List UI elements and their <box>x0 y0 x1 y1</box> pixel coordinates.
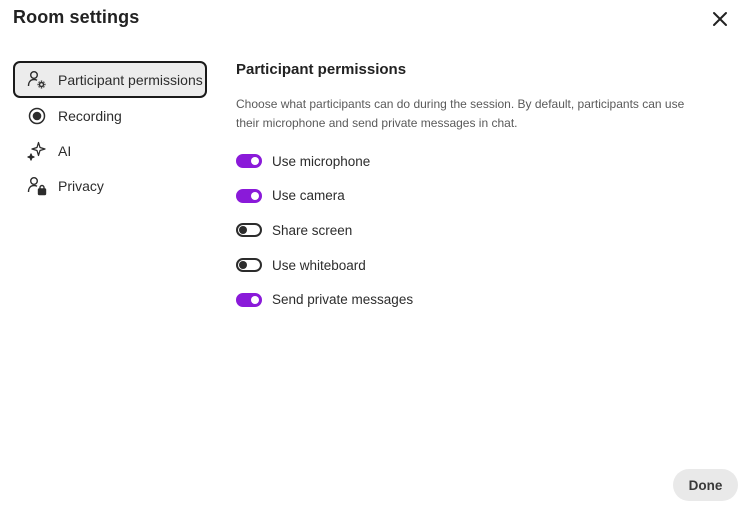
record-icon <box>26 105 48 127</box>
close-icon <box>713 12 727 26</box>
permissions-panel: Participant permissions Choose what part… <box>236 61 706 317</box>
toggle-label: Share screen <box>272 222 353 238</box>
sidebar-item-label: AI <box>58 142 72 159</box>
toggle-label: Use whiteboard <box>272 257 366 273</box>
sidebar-item-label: Participant permissions <box>58 71 203 88</box>
section-description: Choose what participants can do during t… <box>236 97 685 130</box>
share-screen-switch[interactable] <box>236 223 262 238</box>
toggle-label: Use microphone <box>272 153 371 169</box>
dialog-title: Room settings <box>13 7 140 27</box>
participant-settings-icon <box>26 69 48 91</box>
use-microphone-switch[interactable] <box>236 154 262 169</box>
sidebar-item-label: Privacy <box>58 177 104 194</box>
sidebar-item-label: Recording <box>58 107 122 124</box>
permission-toggles: Use microphone Use camera Share screen U… <box>236 144 706 317</box>
toggle-row-use-whiteboard: Use whiteboard <box>236 248 706 283</box>
user-lock-icon <box>26 175 48 197</box>
use-whiteboard-switch[interactable] <box>236 258 262 273</box>
section-title: Participant permissions <box>236 61 407 78</box>
toggle-label: Use camera <box>272 188 345 204</box>
done-button[interactable]: Done <box>673 469 738 501</box>
use-camera-switch[interactable] <box>236 188 262 203</box>
send-private-messages-switch[interactable] <box>236 292 262 307</box>
sidebar-item-ai[interactable]: AI <box>13 133 207 168</box>
toggle-row-send-private-messages: Send private messages <box>236 282 706 317</box>
toggle-row-use-camera: Use camera <box>236 179 706 214</box>
sparkle-icon <box>26 140 48 162</box>
sidebar-item-recording[interactable]: Recording <box>13 98 207 133</box>
settings-sidebar: Participant permissions Recording AI Pri… <box>13 61 207 203</box>
toggle-row-use-microphone: Use microphone <box>236 144 706 179</box>
toggle-label: Send private messages <box>272 292 414 308</box>
sidebar-item-participant-permissions[interactable]: Participant permissions <box>13 61 207 98</box>
sidebar-item-privacy[interactable]: Privacy <box>13 168 207 203</box>
close-button[interactable] <box>709 8 731 30</box>
toggle-row-share-screen: Share screen <box>236 213 706 248</box>
